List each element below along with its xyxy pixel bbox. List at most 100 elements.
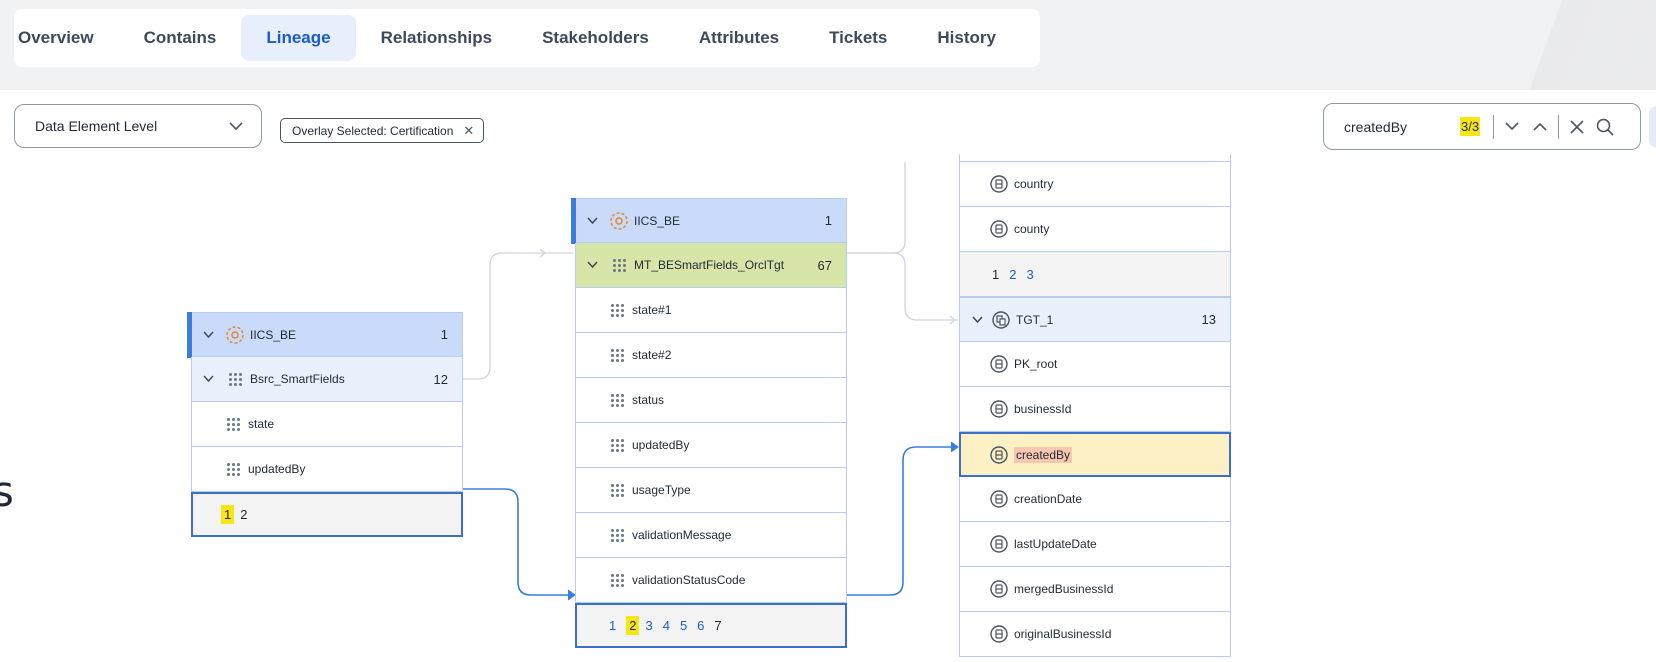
list-item-label: state [248, 417, 275, 431]
page-current[interactable]: 2 [626, 616, 640, 635]
list-item[interactable]: PK_root [959, 342, 1231, 387]
list-item[interactable]: validationMessage [575, 513, 847, 558]
field-icon [988, 445, 1010, 465]
list-item[interactable]: updatedBy [575, 423, 847, 468]
list-item-label: originalBusinessId [1014, 627, 1112, 641]
list-item[interactable]: creationDate [959, 477, 1231, 522]
lineage-node-source: IICS_BE 1 Bsrc_SmartFields 12 state upda… [187, 312, 463, 537]
header-decor [1476, 0, 1656, 90]
page-current[interactable]: 1 [992, 267, 999, 282]
page-link[interactable]: 1 [609, 618, 616, 633]
list-item-label: country [1014, 177, 1054, 191]
grid-dots-icon [606, 483, 628, 497]
list-item-highlighted[interactable]: createdBy [959, 432, 1231, 477]
page-link[interactable]: 2 [1009, 267, 1016, 282]
chevron-down-icon [229, 119, 243, 134]
list-item[interactable]: state#1 [575, 288, 847, 333]
list-item[interactable]: usageType [575, 468, 847, 513]
field-icon [988, 219, 1010, 239]
list-item[interactable]: originalBusinessId [959, 612, 1231, 657]
page-current[interactable]: 1 [221, 505, 235, 524]
chevron-down-icon[interactable] [192, 330, 224, 339]
clipped-row [959, 154, 1231, 162]
tab-lineage[interactable]: Lineage [241, 15, 356, 61]
list-item[interactable]: state#2 [575, 333, 847, 378]
search-match-count: 3/3 [1460, 117, 1481, 136]
tab-history[interactable]: History [912, 15, 1021, 61]
page-link[interactable]: 6 [697, 618, 704, 633]
node-pager[interactable]: 1 2 [191, 492, 463, 537]
grid-dots-icon [222, 417, 244, 431]
tab-tickets[interactable]: Tickets [804, 15, 912, 61]
page-link[interactable]: 3 [1026, 267, 1033, 282]
grid-dots-icon [606, 438, 628, 452]
node-group-row[interactable]: TGT_1 13 [959, 297, 1231, 342]
page-link[interactable]: 5 [680, 618, 687, 633]
node-pager[interactable]: 1 2 3 [959, 252, 1231, 297]
system-resource-icon [608, 211, 630, 231]
grid-dots-icon [606, 393, 628, 407]
chevron-down-icon[interactable] [576, 261, 608, 269]
chevron-down-icon[interactable] [970, 315, 984, 324]
node-group-label: Bsrc_SmartFields [250, 372, 345, 386]
search-icon[interactable] [1591, 112, 1619, 142]
node-group-row[interactable]: Bsrc_SmartFields 12 [191, 357, 463, 402]
field-icon [988, 399, 1010, 419]
lineage-search[interactable]: 3/3 [1323, 103, 1641, 150]
list-item-label: validationStatusCode [632, 573, 746, 587]
list-item-label: mergedBusinessId [1014, 582, 1114, 596]
tab-overview[interactable]: Overview [16, 15, 119, 61]
node-group-label: TGT_1 [1016, 312, 1054, 327]
chevron-down-icon[interactable] [1498, 112, 1526, 142]
clear-icon[interactable] [1563, 112, 1591, 142]
field-icon [988, 354, 1010, 374]
grid-dots-icon [606, 348, 628, 362]
node-header-count: 1 [824, 213, 832, 228]
field-icon [988, 579, 1010, 599]
list-item[interactable]: validationStatusCode [575, 558, 847, 603]
list-item[interactable]: businessId [959, 387, 1231, 432]
divider [1558, 114, 1560, 139]
list-item[interactable]: lastUpdateDate [959, 522, 1231, 567]
list-item-label: validationMessage [632, 528, 732, 542]
lineage-node-mapping: IICS_BE 1 MT_BESmartFields_OrclTgt 67 st… [571, 198, 847, 648]
grid-dots-icon [606, 528, 628, 542]
lineage-canvas[interactable]: s IICS_BE 1 Bsrc_SmartFields 12 state up… [0, 154, 1656, 662]
node-group-row[interactable]: MT_BESmartFields_OrclTgt 67 [575, 243, 847, 288]
close-icon[interactable]: ✕ [463, 123, 474, 139]
chevron-down-icon[interactable] [576, 216, 608, 225]
list-item[interactable]: updatedBy [191, 447, 463, 492]
search-input[interactable] [1342, 117, 1460, 136]
list-item-label: state#2 [632, 348, 672, 362]
node-header[interactable]: IICS_BE 1 [571, 198, 847, 244]
page-link[interactable]: 7 [714, 618, 721, 633]
list-item[interactable]: mergedBusinessId [959, 567, 1231, 612]
tab-bar: Overview Contains Lineage Relationships … [14, 9, 1040, 67]
node-header[interactable]: IICS_BE 1 [187, 312, 463, 358]
list-item[interactable]: country [959, 162, 1231, 207]
chevron-up-icon[interactable] [1526, 112, 1554, 142]
node-group-count: 13 [1201, 312, 1216, 327]
search-hit-label: createdBy [1014, 446, 1073, 463]
node-pager[interactable]: 1 2 3 4 5 6 7 [575, 603, 847, 648]
list-item-label: status [632, 393, 665, 407]
extra-button[interactable] [1649, 106, 1656, 148]
header-band: Overview Contains Lineage Relationships … [0, 0, 1656, 90]
node-group-count: 12 [433, 371, 448, 387]
lineage-node-target: country county 1 2 3 TGT_1 13 PK_root bu… [959, 154, 1231, 662]
node-header-count: 1 [440, 327, 448, 342]
level-select[interactable]: Data Element Level [14, 104, 262, 148]
tab-attributes[interactable]: Attributes [674, 15, 804, 61]
chevron-down-icon[interactable] [192, 375, 224, 383]
page-link[interactable]: 3 [645, 618, 652, 633]
list-item[interactable]: state [191, 402, 463, 447]
page-link[interactable]: 4 [663, 618, 670, 633]
list-item[interactable]: status [575, 378, 847, 423]
list-item[interactable]: county [959, 207, 1231, 252]
list-item-label: lastUpdateDate [1014, 537, 1097, 551]
tab-relationships[interactable]: Relationships [356, 15, 517, 61]
tab-stakeholders[interactable]: Stakeholders [517, 15, 674, 61]
page-link[interactable]: 2 [240, 507, 247, 522]
overlay-chip[interactable]: Overlay Selected: Certification ✕ [280, 118, 485, 143]
tab-contains[interactable]: Contains [119, 15, 242, 61]
